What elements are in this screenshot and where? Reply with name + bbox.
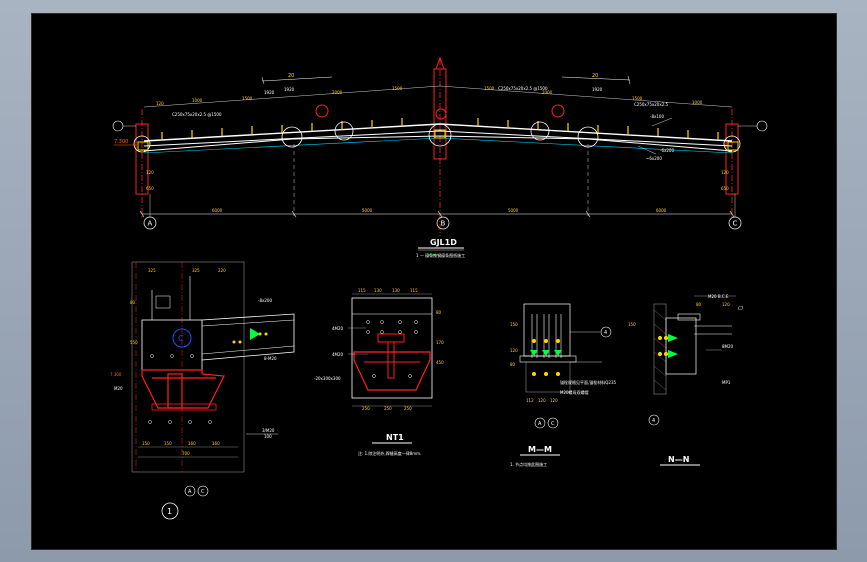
svg-text:MP1: MP1	[722, 380, 731, 385]
svg-text:250: 250	[384, 406, 392, 411]
svg-text:1000: 1000	[192, 98, 203, 103]
svg-text:锚栓规格见平面,锚栓材料Q235: 锚栓规格见平面,锚栓材料Q235	[560, 379, 617, 385]
svg-text:170: 170	[436, 340, 444, 345]
svg-text:4: 4	[604, 330, 607, 336]
svg-text:160: 160	[212, 441, 220, 446]
svg-text:A: A	[148, 220, 153, 228]
main-elevation: 1201000 1500 20001500 1500200015001000 19…	[112, 56, 768, 258]
svg-text:150: 150	[142, 441, 150, 446]
detail-1: C 150 150 160 160 700 325 325 220 80 550 -8x20…	[110, 261, 295, 520]
svg-text:4M20: 4M20	[332, 352, 344, 357]
svg-text:550: 550	[130, 340, 138, 345]
svg-text:650: 650	[146, 186, 154, 191]
svg-text:150: 150	[164, 441, 172, 446]
svg-text:-8x100: -8x100	[650, 114, 664, 119]
svg-text:1000: 1000	[692, 100, 703, 105]
svg-text:115: 115	[358, 288, 366, 293]
svg-text:8-M20: 8-M20	[264, 356, 277, 361]
svg-text:80: 80	[510, 362, 516, 367]
drawing-sheet: 120 1000 1500 2000 1500 1500 2000 1500 1000 19…	[31, 13, 837, 550]
svg-text:160: 160	[188, 441, 196, 446]
mm-title: M—M	[528, 445, 552, 454]
detail-nt1: 115 130 130 115 250 250 250 80 170 450 4M20 4M2…	[314, 288, 444, 456]
svg-text:120: 120	[550, 398, 558, 403]
svg-text:6000: 6000	[656, 208, 667, 213]
svg-text:C: C	[733, 220, 738, 228]
svg-text:B: B	[441, 220, 446, 228]
svg-text:6000: 6000	[212, 208, 223, 213]
svg-text:C: C	[178, 334, 184, 343]
svg-text:130: 130	[374, 288, 382, 293]
main-note: 1 — 檩条按钢檩条图纸施工	[416, 252, 465, 258]
svg-text:4M20: 4M20	[332, 326, 344, 331]
svg-text:1920: 1920	[284, 87, 295, 92]
svg-text:C: C	[551, 421, 555, 427]
svg-text:-6x200: -6x200	[660, 148, 674, 153]
svg-text:100: 100	[264, 434, 272, 439]
slope-left: 20	[288, 73, 294, 79]
left-elevation: 7.300	[114, 139, 128, 145]
svg-text:80: 80	[436, 310, 442, 315]
cad-drawing: 1201000 1500 20001500 1500200015001000 19…	[110, 56, 768, 520]
svg-text:M20螺母双螺帽: M20螺母双螺帽	[560, 389, 589, 395]
svg-text:C7: C7	[738, 306, 744, 311]
svg-text:C250x75x20x2.5 @1500: C250x75x20x2.5 @1500	[498, 86, 548, 91]
svg-text:-8x200: -8x200	[258, 298, 272, 303]
svg-text:C250x75x20x2.5: C250x75x20x2.5	[634, 102, 669, 107]
svg-text:8M20: 8M20	[722, 344, 734, 349]
svg-text:120: 120	[510, 348, 518, 353]
svg-text:115: 115	[410, 288, 418, 293]
svg-text:3/M20: 3/M20	[262, 428, 275, 433]
svg-text:C250x75x20x2.5 @1500: C250x75x20x2.5 @1500	[172, 112, 222, 117]
svg-text:120: 120	[721, 170, 729, 175]
svg-text:4: 4	[652, 418, 655, 424]
svg-text:250: 250	[404, 406, 412, 411]
svg-text:325: 325	[148, 268, 156, 273]
slope-right: 20	[592, 73, 598, 79]
svg-text:5000: 5000	[362, 208, 373, 213]
nt1-note: 注: 1.除注明外,焊缝高度一律8mm.	[358, 450, 421, 456]
svg-text:C: C	[201, 489, 205, 495]
nn-title: N—N	[668, 455, 689, 464]
svg-text:120: 120	[538, 398, 546, 403]
svg-text:A: A	[188, 489, 192, 495]
svg-text:1500: 1500	[392, 86, 403, 91]
svg-text:120: 120	[156, 101, 164, 106]
svg-text:A: A	[538, 421, 542, 427]
svg-text:120: 120	[146, 170, 154, 175]
svg-text:150: 150	[628, 322, 636, 327]
svg-text:120: 120	[722, 302, 730, 307]
svg-text:650: 650	[721, 186, 729, 191]
svg-text:325: 325	[192, 268, 200, 273]
svg-text:150: 150	[510, 322, 518, 327]
svg-text:1920: 1920	[264, 90, 275, 95]
main-title: GJL1D	[430, 238, 457, 247]
svg-text:112: 112	[526, 398, 534, 403]
svg-text:80: 80	[696, 302, 702, 307]
svg-text:1500: 1500	[632, 96, 643, 101]
svg-text:1500: 1500	[484, 86, 495, 91]
svg-text:450: 450	[436, 360, 444, 365]
mm-note: 1. 节点均按此图施工	[510, 461, 547, 467]
svg-text:80: 80	[130, 300, 136, 305]
svg-text:M20 B.C.E: M20 B.C.E	[708, 294, 729, 299]
svg-text:5000: 5000	[508, 208, 519, 213]
detail1-elev: 7.300	[110, 372, 122, 377]
svg-text:130: 130	[392, 288, 400, 293]
svg-text:1: 1	[167, 507, 172, 516]
svg-text:M20: M20	[114, 386, 123, 391]
svg-text:700: 700	[182, 451, 190, 456]
svg-text:-20x300x300: -20x300x300	[314, 376, 341, 381]
svg-text:1500: 1500	[242, 96, 253, 101]
svg-text:~6x200: ~6x200	[646, 156, 662, 161]
svg-text:250: 250	[362, 406, 370, 411]
svg-text:220: 220	[218, 268, 226, 273]
svg-text:1920: 1920	[592, 87, 603, 92]
svg-text:2000: 2000	[332, 90, 343, 95]
nt1-title: NT1	[386, 433, 404, 442]
detail-nn: 4 M20 B.C.E C7 8M20 MP1 80 120 150 N—N	[628, 294, 744, 466]
detail-mm: 4 150 120 80 112 120 120 锚栓规格见平面,锚栓材料Q235 M2…	[510, 303, 617, 467]
